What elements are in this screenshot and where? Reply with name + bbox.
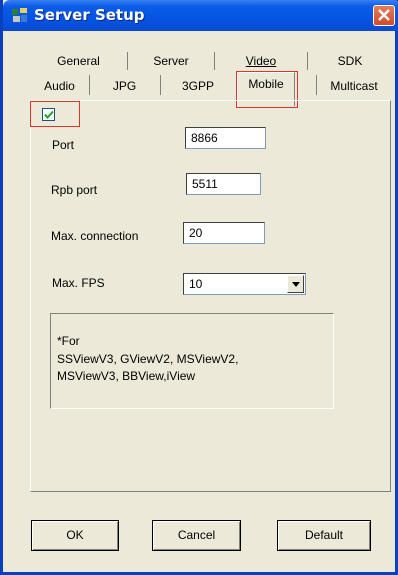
- max-fps-value: 10: [189, 277, 203, 291]
- tab-3gpp[interactable]: 3GPP: [162, 77, 234, 97]
- max-connection-input[interactable]: 20: [183, 222, 265, 244]
- tab-audio[interactable]: Audio: [31, 77, 88, 97]
- tab-video[interactable]: Video: [216, 52, 306, 72]
- rpb-port-label: Rpb port: [51, 183, 98, 197]
- close-icon: [378, 9, 390, 21]
- tab-sdk[interactable]: SDK: [309, 52, 391, 72]
- close-button[interactable]: [373, 5, 395, 26]
- tab-separator: [316, 75, 317, 95]
- port-label: Port: [52, 138, 75, 152]
- chevron-down-icon: [292, 282, 300, 287]
- max-fps-select[interactable]: 10: [183, 273, 306, 295]
- default-button[interactable]: Default: [277, 520, 371, 551]
- tab-separator: [160, 75, 161, 95]
- tab-jpg[interactable]: JPG: [91, 77, 158, 97]
- max-fps-dropdown-button[interactable]: [287, 275, 304, 293]
- tab-separator: [214, 52, 215, 70]
- max-connection-label: Max. connection: [51, 229, 139, 243]
- title-bar[interactable]: Server Setup: [3, 0, 398, 31]
- cancel-button[interactable]: Cancel: [152, 520, 241, 551]
- tab-panel: [30, 100, 391, 492]
- tab-separator: [89, 75, 90, 95]
- tab-separator: [307, 52, 308, 70]
- note-line-1: *For: [57, 334, 80, 348]
- server-setup-window: Server Setup General Server Video SDK Au…: [0, 0, 398, 575]
- window-title: Server Setup: [34, 6, 145, 24]
- note-line-2: SSViewV3, GViewV2, MSViewV2,: [57, 352, 239, 366]
- app-icon: [11, 7, 29, 24]
- ok-button[interactable]: OK: [31, 520, 119, 551]
- note-line-3: MSViewV3, BBView,iView: [57, 369, 196, 383]
- rpb-port-input[interactable]: 5511: [186, 173, 261, 195]
- port-input[interactable]: 8866: [185, 127, 266, 149]
- tab-separator: [127, 52, 128, 70]
- tab-server[interactable]: Server: [129, 52, 213, 72]
- max-fps-label: Max. FPS: [52, 276, 105, 290]
- highlight-checkbox: [30, 101, 80, 127]
- tab-general[interactable]: General: [31, 52, 126, 72]
- tab-multicast[interactable]: Multicast: [318, 77, 390, 97]
